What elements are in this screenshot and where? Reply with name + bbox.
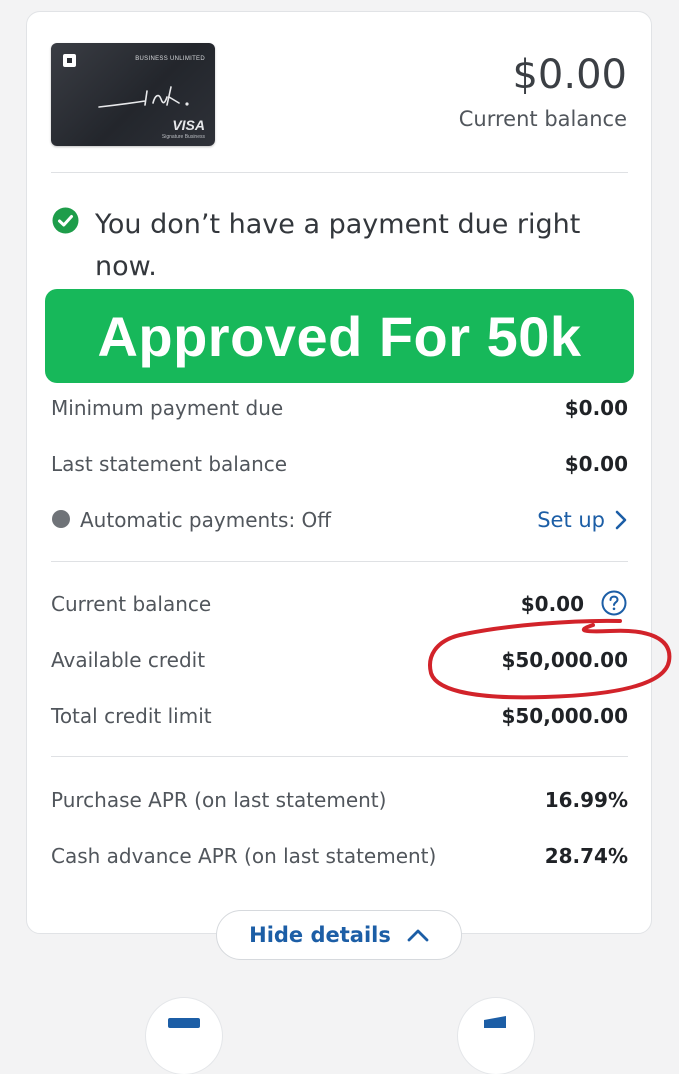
chevron-right-icon xyxy=(615,510,627,530)
visa-logo: VISA xyxy=(172,117,205,133)
bottom-action-button-left[interactable] xyxy=(146,998,222,1074)
card-tier-text: BUSINESS UNLIMITED xyxy=(135,56,205,62)
divider xyxy=(51,561,628,562)
credit-card-image: BUSINESS UNLIMITED VISA Signature Busine… xyxy=(51,43,215,146)
minimum-payment-label: Minimum payment due xyxy=(51,396,284,420)
divider xyxy=(51,172,628,173)
header-balance-label: Current balance xyxy=(458,107,627,131)
last-statement-label: Last statement balance xyxy=(51,452,288,476)
available-credit-label: Available credit xyxy=(51,648,206,672)
divider xyxy=(51,756,628,757)
cash-advance-apr-label: Cash advance APR (on last statement) xyxy=(51,844,437,868)
setup-link-label: Set up xyxy=(537,508,605,532)
card-network-sub: Signature Business xyxy=(161,134,205,140)
chevron-up-icon xyxy=(407,929,429,942)
purchase-apr-label: Purchase APR (on last statement) xyxy=(51,788,387,812)
last-statement-value: $0.00 xyxy=(564,452,628,476)
hide-details-button[interactable]: Hide details xyxy=(216,910,462,960)
purchase-apr-value: 16.99% xyxy=(544,788,628,812)
credit-limit-label: Total credit limit xyxy=(51,704,212,728)
status-dot-icon xyxy=(52,510,70,528)
ink-script-logo xyxy=(98,86,189,108)
cash-advance-apr-value: 28.74% xyxy=(544,844,628,868)
setup-autopay-link[interactable]: Set up xyxy=(537,508,627,532)
payment-status-message: You don’t have a payment due right now. xyxy=(95,209,581,282)
header-balance-amount: $0.00 xyxy=(512,52,627,98)
help-icon[interactable] xyxy=(601,590,627,616)
approved-banner: Approved For 50k xyxy=(45,289,634,383)
autopay-label: Automatic payments: Off xyxy=(80,508,332,532)
current-balance-label: Current balance xyxy=(51,592,212,616)
bottom-action-button-right[interactable] xyxy=(458,998,534,1074)
chase-logo-icon xyxy=(63,54,76,67)
credit-limit-value: $50,000.00 xyxy=(501,704,628,728)
current-balance-value: $0.00 xyxy=(520,592,584,616)
check-circle-icon xyxy=(52,207,79,234)
available-credit-value: $50,000.00 xyxy=(501,648,628,672)
minimum-payment-value: $0.00 xyxy=(564,396,628,420)
hide-details-label: Hide details xyxy=(249,923,391,947)
